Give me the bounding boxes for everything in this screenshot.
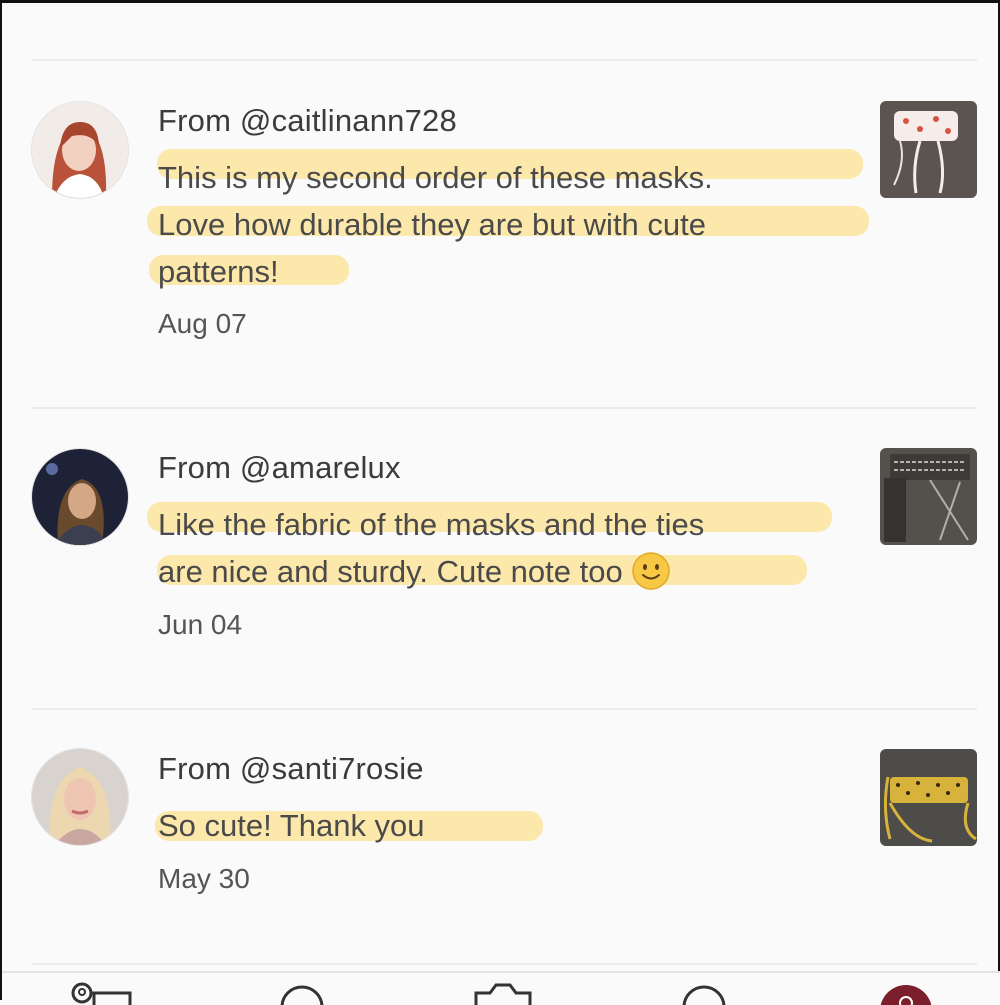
reviewer-avatar[interactable] bbox=[32, 102, 128, 198]
review-text-line: This is my second order of these masks. bbox=[158, 160, 713, 195]
divider bbox=[32, 407, 977, 409]
you-icon[interactable] bbox=[64, 981, 134, 1005]
divider bbox=[32, 708, 977, 710]
divider bbox=[32, 59, 977, 61]
review-text-line-content: are nice and sturdy. Cute note too bbox=[158, 554, 623, 589]
camera-icon[interactable] bbox=[472, 981, 534, 1005]
divider bbox=[32, 963, 977, 965]
review-text-line: Love how durable they are but with cute bbox=[158, 207, 707, 242]
slightly-smiling-face-emoji bbox=[632, 552, 671, 590]
review-text: So cute! Thank you bbox=[158, 802, 858, 849]
reviewer-avatar[interactable] bbox=[32, 449, 128, 545]
review-date: Aug 07 bbox=[158, 308, 247, 339]
product-photo[interactable] bbox=[880, 101, 977, 198]
review-text-line: patterns! bbox=[158, 254, 279, 289]
reviewer-handle[interactable]: From @amarelux bbox=[158, 450, 401, 486]
screen: From @caitlinann728 This is my second or… bbox=[0, 0, 1000, 1005]
review-text: Like the fabric of the masks and the tie… bbox=[158, 501, 858, 595]
reviewer-avatar[interactable] bbox=[32, 749, 128, 845]
product-photo[interactable] bbox=[880, 749, 977, 846]
review-date: Jun 04 bbox=[158, 609, 243, 640]
product-photo[interactable] bbox=[880, 448, 977, 545]
notification-badge-icon[interactable] bbox=[876, 981, 936, 1005]
reviewer-handle[interactable]: From @santi7rosie bbox=[158, 751, 424, 787]
review-text-line: So cute! Thank you bbox=[158, 808, 425, 843]
home-icon[interactable] bbox=[274, 981, 330, 1005]
review-date: May 30 bbox=[158, 863, 250, 894]
review-text: This is my second order of these masks. … bbox=[158, 154, 858, 295]
review-text-line: are nice and sturdy. Cute note too bbox=[158, 548, 858, 595]
review-text-line: Like the fabric of the masks and the tie… bbox=[158, 507, 705, 542]
reviewer-handle[interactable]: From @caitlinann728 bbox=[158, 103, 457, 139]
search-icon[interactable] bbox=[676, 981, 732, 1005]
